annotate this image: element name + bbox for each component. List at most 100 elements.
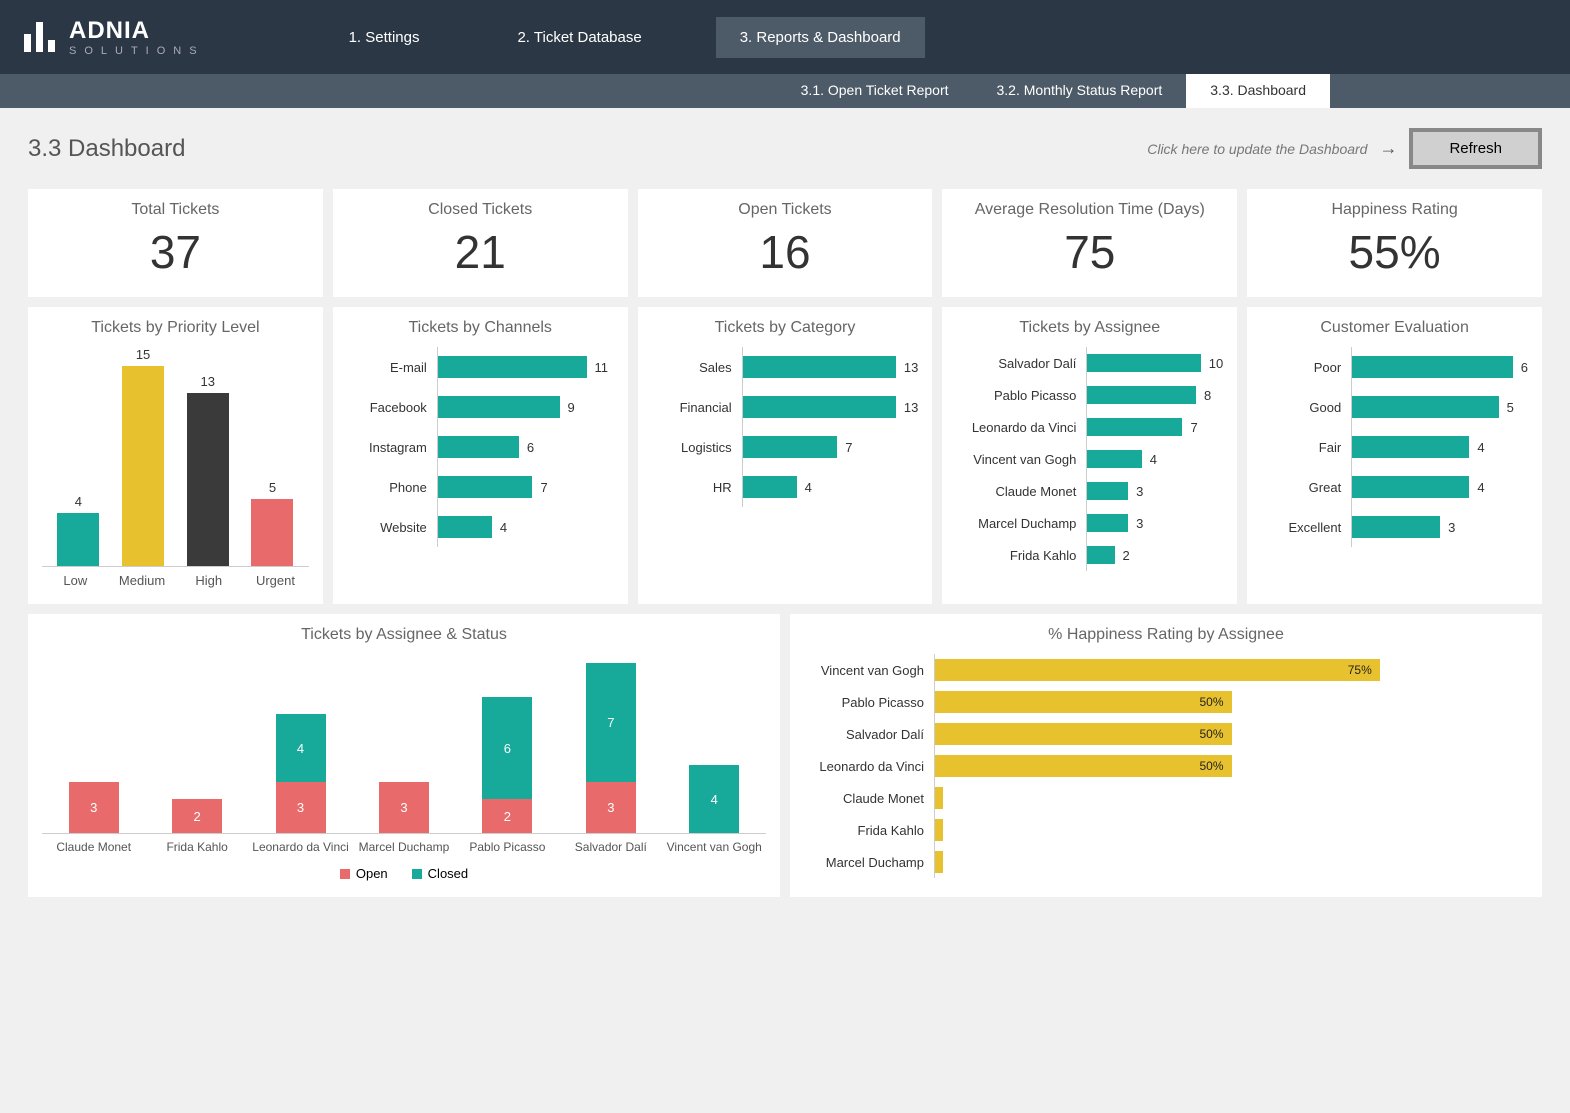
category-label: Pablo Picasso [456, 840, 559, 854]
bar-row: Great 4 [1261, 467, 1528, 507]
category-label: Leonardo da Vinci [249, 840, 352, 854]
card-label: Total Tickets [28, 201, 323, 219]
category-label: Medium [109, 573, 176, 588]
bar: 15 [111, 347, 176, 566]
legend: Open Closed [42, 866, 766, 881]
bar-value: 6 [527, 440, 534, 455]
nav-tab-database[interactable]: 2. Ticket Database [493, 17, 665, 58]
bar-value: 9 [568, 400, 575, 415]
card-label: Happiness Rating [1247, 201, 1542, 219]
bar-value: 13 [904, 360, 918, 375]
bar-label: Pablo Picasso [804, 695, 934, 710]
bar-value: 5 [1507, 400, 1514, 415]
bar-row: Pablo Picasso 50% [804, 686, 1528, 718]
category-label: High [175, 573, 242, 588]
bar-row: Instagram 6 [347, 427, 614, 467]
bar-segment: 3 [379, 782, 429, 833]
bar-label: Frida Kahlo [804, 823, 934, 838]
card-value: 55% [1247, 225, 1542, 279]
bar-row: Phone 7 [347, 467, 614, 507]
chart-title: Customer Evaluation [1261, 319, 1528, 337]
subnav-open-report[interactable]: 3.1. Open Ticket Report [777, 74, 973, 108]
bar-row: Logistics 7 [652, 427, 919, 467]
summary-card: Happiness Rating 55% [1247, 189, 1542, 297]
chart-title: Tickets by Assignee [956, 319, 1223, 337]
summary-card: Open Tickets 16 [638, 189, 933, 297]
summary-card: Closed Tickets 21 [333, 189, 628, 297]
page-title: 3.3 Dashboard [28, 135, 185, 163]
bar-row: HR 4 [652, 467, 919, 507]
card-value: 37 [28, 225, 323, 279]
chart-assignee-status: Tickets by Assignee & Status 3234326374 … [28, 614, 780, 897]
stacked-bar: 34 [276, 714, 326, 833]
card-value: 75 [942, 225, 1237, 279]
bar-value: 13 [201, 374, 215, 389]
bar-label: Good [1261, 400, 1351, 415]
bar-label: Poor [1261, 360, 1351, 375]
bar-segment: 3 [586, 782, 636, 833]
bar-row: Financial 13 [652, 387, 919, 427]
chart-happiness-assignee: % Happiness Rating by Assignee Vincent v… [790, 614, 1542, 897]
stacked-bar: 2 [172, 799, 222, 833]
refresh-button[interactable]: Refresh [1409, 128, 1542, 169]
bar-row: Poor 6 [1261, 347, 1528, 387]
bar-row: Salvador Dalí 50% [804, 718, 1528, 750]
bar-row: Frida Kahlo 2 [956, 539, 1223, 571]
brand-sub: SOLUTIONS [69, 45, 205, 57]
bar-label: Claude Monet [804, 791, 934, 806]
bar-label: Excellent [1261, 520, 1351, 535]
bar-label: E-mail [347, 360, 437, 375]
bar-value: 10 [1209, 356, 1223, 371]
legend-open: Open [340, 866, 388, 881]
bar-label: Leonardo da Vinci [804, 759, 934, 774]
bar-segment: 6 [482, 697, 532, 799]
bar-row: Website 4 [347, 507, 614, 547]
subnav-monthly-report[interactable]: 3.2. Monthly Status Report [973, 74, 1187, 108]
nav-tabs: 1. Settings 2. Ticket Database 3. Report… [325, 17, 925, 58]
bar-row: Leonardo da Vinci 50% [804, 750, 1528, 782]
bar-row: Marcel Duchamp [804, 846, 1528, 878]
bar-label: Vincent van Gogh [804, 663, 934, 678]
bar-value: 3 [1136, 516, 1143, 531]
summary-card: Total Tickets 37 [28, 189, 323, 297]
bar-label: Pablo Picasso [956, 388, 1086, 403]
refresh-hint: Click here to update the Dashboard [1147, 141, 1367, 157]
bar-label: Salvador Dalí [804, 727, 934, 742]
bar-value: 11 [595, 360, 609, 375]
bar-label: Marcel Duchamp [804, 855, 934, 870]
bar-row: Claude Monet 3 [956, 475, 1223, 507]
card-value: 21 [333, 225, 628, 279]
bar-label: Frida Kahlo [956, 548, 1086, 563]
bar-row: Claude Monet [804, 782, 1528, 814]
category-label: Urgent [242, 573, 309, 588]
bar-row: Fair 4 [1261, 427, 1528, 467]
nav-tab-settings[interactable]: 1. Settings [325, 17, 444, 58]
bar-row: Salvador Dalí 10 [956, 347, 1223, 379]
bar-value: 8 [1204, 388, 1211, 403]
bar-value: 4 [1477, 480, 1484, 495]
card-label: Average Resolution Time (Days) [942, 201, 1237, 219]
bar-value: 2 [1123, 548, 1130, 563]
bar-label: HR [652, 480, 742, 495]
legend-closed: Closed [412, 866, 468, 881]
card-label: Open Tickets [638, 201, 933, 219]
card-label: Closed Tickets [333, 201, 628, 219]
nav-tab-reports[interactable]: 3. Reports & Dashboard [716, 17, 925, 58]
brand-name: ADNIA [69, 17, 205, 45]
card-value: 16 [638, 225, 933, 279]
bar-row: Vincent van Gogh 4 [956, 443, 1223, 475]
bar-label: Website [347, 520, 437, 535]
subnav-dashboard[interactable]: 3.3. Dashboard [1186, 74, 1330, 108]
bar-value: 3 [1136, 484, 1143, 499]
bar-value: 7 [845, 440, 852, 455]
bar-segment: 2 [172, 799, 222, 833]
chart-evaluation: Customer Evaluation Poor 6Good 5Fair 4Gr… [1247, 307, 1542, 604]
bar-label: Logistics [652, 440, 742, 455]
bar-value: 4 [1477, 440, 1484, 455]
bar-label: Financial [652, 400, 742, 415]
bar-label: Great [1261, 480, 1351, 495]
category-label: Marcel Duchamp [352, 840, 455, 854]
bar-row: Leonardo da Vinci 7 [956, 411, 1223, 443]
bar-row: Good 5 [1261, 387, 1528, 427]
bar-value: 6 [1521, 360, 1528, 375]
